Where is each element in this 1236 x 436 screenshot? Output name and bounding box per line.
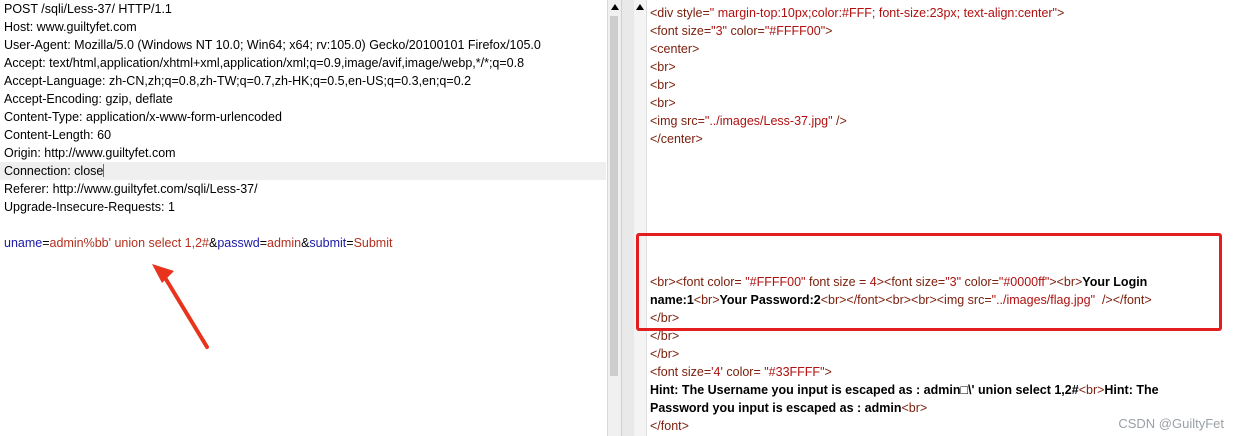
arrow-head-icon [152,264,174,283]
red-arrow-annotation [152,264,209,349]
watermark: CSDN @GuiltyFet [1118,416,1224,431]
arrow-shaft [162,274,209,349]
